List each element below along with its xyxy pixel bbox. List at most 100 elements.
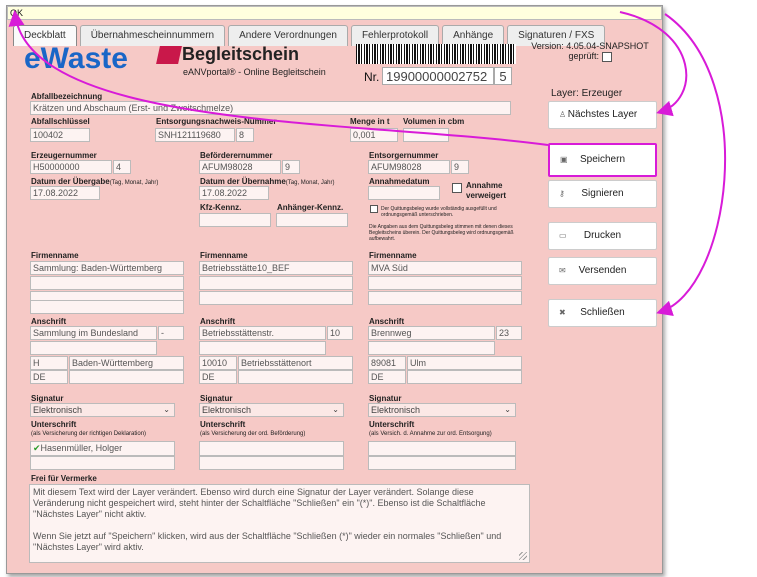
entsorgernummer-suffix[interactable]: 9 [451,160,469,174]
annahmedatum-field[interactable] [368,186,440,200]
befoerderer-land-field[interactable]: DE [199,370,237,384]
erzeuger-unterschrift-hint: (als Versicherung der richtigen Deklarat… [31,431,147,437]
erzeuger-firmenname-field-2[interactable] [30,276,184,290]
vermerke-paragraph-1: Mit diesem Text wird der Layer verändert… [33,487,486,519]
erzeuger-hausnr-field[interactable]: - [158,326,184,340]
key-icon: ⚷ [559,189,565,198]
befoerderer-firmenname-label: Firmenname [200,251,248,260]
befoerderer-unterschrift-label: Unterschrift [200,420,246,429]
entsorger-unterschrift-field[interactable] [368,441,516,456]
datum-uebergabe-field[interactable]: 17.08.2022 [30,186,100,200]
menge-field[interactable]: 0,001 [350,128,398,142]
tab-andere-verordnungen[interactable]: Andere Verordnungen [228,25,348,46]
envelope-icon: ✉ [559,266,566,275]
entsorger-unterschrift-field-2[interactable] [368,456,516,470]
close-icon: ✖ [559,308,566,317]
send-button[interactable]: ✉ Versenden [548,257,657,285]
abfallbezeichnung-field[interactable]: Krätzen und Abschaum (Erst- und Zweitsch… [30,101,511,115]
befoerderer-hausnr-field[interactable]: 10 [327,326,353,340]
sign-label: Signieren [581,188,624,199]
befoerderernummer-field[interactable]: AFUM98028 [199,160,281,174]
quittung-checkbox[interactable] [370,205,378,213]
entsorger-firmenname-field[interactable]: MVA Süd [368,261,522,275]
close-label: Schließen [580,307,625,318]
entsorger-land-field[interactable]: DE [368,370,406,384]
befoerderernummer-label: Beförderernummer [200,151,273,160]
entsorger-land-extra-field[interactable] [407,370,522,384]
erzeuger-strasse-field-2[interactable] [30,341,157,355]
entsorgungsnachweis-suffix[interactable]: 8 [236,128,254,142]
entsorgungsnachweis-field[interactable]: SNH121119680 [155,128,235,142]
erzeuger-plz-field[interactable]: H [30,356,68,370]
erzeuger-firmenname-field[interactable]: Sammlung: Baden-Württemberg [30,261,184,275]
erzeugernummer-field[interactable]: H50000000 [30,160,112,174]
entsorger-strasse-field-2[interactable] [368,341,495,355]
geprueft-label: geprüft: [568,51,599,61]
erzeugernummer-suffix[interactable]: 4 [113,160,131,174]
entsorger-firmenname-field-2[interactable] [368,276,522,290]
ewaste-logo: eWaste [24,42,128,75]
entsorger-unterschrift-label: Unterschrift [369,420,415,429]
geprueft-checkbox[interactable] [601,51,612,62]
menge-label: Menge in t [350,117,390,126]
quittung-hint-2: Die Angaben aus dem Quittungsbeleg stimm… [369,224,514,242]
entsorgungsnachweis-label: Entsorgungsnachweis-Nummer [156,117,277,126]
entsorger-plz-field[interactable]: 89081 [368,356,406,370]
print-label: Drucken [583,230,622,241]
annahmedatum-label: Annahmedatum [369,177,430,186]
befoerderer-strasse-field-2[interactable] [199,341,326,355]
erzeuger-signatur-select[interactable]: Elektronisch ⌄ [30,403,175,417]
erzeuger-unterschrift-field-2[interactable] [30,456,175,470]
annahme-verweigert-checkbox[interactable] [452,183,462,193]
befoerderer-unterschrift-field-2[interactable] [199,456,344,470]
anhaenger-field[interactable] [276,213,348,227]
resize-grip-icon[interactable] [519,552,527,560]
user-icon: ♙ [559,110,567,119]
befoerderernummer-suffix[interactable]: 9 [282,160,300,174]
befoerderer-strasse-field[interactable]: Betriebsstättenstr. [199,326,326,340]
entsorger-signatur-select[interactable]: Elektronisch ⌄ [368,403,516,417]
save-button[interactable]: ▣ Speichern [548,143,657,177]
entsorger-strasse-field[interactable]: Brennweg [368,326,495,340]
sign-button[interactable]: ⚷ Signieren [548,180,657,208]
entsorger-firmenname-field-3[interactable] [368,291,522,305]
erzeuger-land-field[interactable]: DE [30,370,68,384]
befoerderer-plz-field[interactable]: 10010 [199,356,237,370]
page-subtitle: eANVportal® - Online Begleitschein [183,67,326,77]
befoerderer-firmenname-field[interactable]: Betriebsstätte10_BEF [199,261,353,275]
erzeugernummer-label: Erzeugernummer [31,151,97,160]
erzeuger-land-extra-field[interactable] [69,370,184,384]
close-button[interactable]: ✖ Schließen [548,299,657,327]
kfz-label: Kfz-Kennz. [200,203,242,212]
erzeuger-signatur-label: Signatur [31,394,64,403]
befoerderer-firmenname-field-2[interactable] [199,276,353,290]
tab-anhaenge[interactable]: Anhänge [442,25,505,46]
entsorger-ort-field[interactable]: Ulm [407,356,522,370]
vermerke-textarea[interactable]: Mit diesem Text wird der Layer verändert… [29,484,530,563]
logo-flag-icon [156,46,182,64]
datum-uebernahme-field[interactable]: 17.08.2022 [199,186,269,200]
kfz-field[interactable] [199,213,271,227]
entsorger-signatur-value: Elektronisch [371,405,421,415]
print-button[interactable]: ▭ Drucken [548,222,657,250]
erzeuger-strasse-field[interactable]: Sammlung im Bundesland [30,326,157,340]
tab-fehlerprotokoll[interactable]: Fehlerprotokoll [350,25,440,46]
erzeuger-ort-field[interactable]: Baden-Württemberg [69,356,184,370]
barcode [356,44,516,64]
befoerderer-unterschrift-field[interactable] [199,441,344,456]
volumen-field[interactable] [403,128,449,142]
entsorger-firmenname-label: Firmenname [369,251,417,260]
erzeuger-unterschrift-field[interactable]: ✔Hasenmüller, Holger [30,441,175,456]
version-label: Version: 4.05.04-SNAPSHOT [531,41,649,51]
entsorger-hausnr-field[interactable]: 23 [496,326,522,340]
erzeuger-firmenname-field-4[interactable] [30,300,184,314]
abfallschluessel-field[interactable]: 100402 [30,128,90,142]
befoerderer-firmenname-field-3[interactable] [199,291,353,305]
entsorgernummer-field[interactable]: AFUM98028 [368,160,450,174]
befoerderer-land-extra-field[interactable] [238,370,353,384]
entsorger-unterschrift-hint: (als Versich. d. Annahme zur ord. Entsor… [369,431,492,437]
volumen-label: Volumen in cbm [403,117,465,126]
next-layer-button[interactable]: ♙ Nächstes Layer [548,101,657,129]
befoerderer-signatur-select[interactable]: Elektronisch ⌄ [199,403,344,417]
befoerderer-ort-field[interactable]: Betriebsstättenort [238,356,353,370]
